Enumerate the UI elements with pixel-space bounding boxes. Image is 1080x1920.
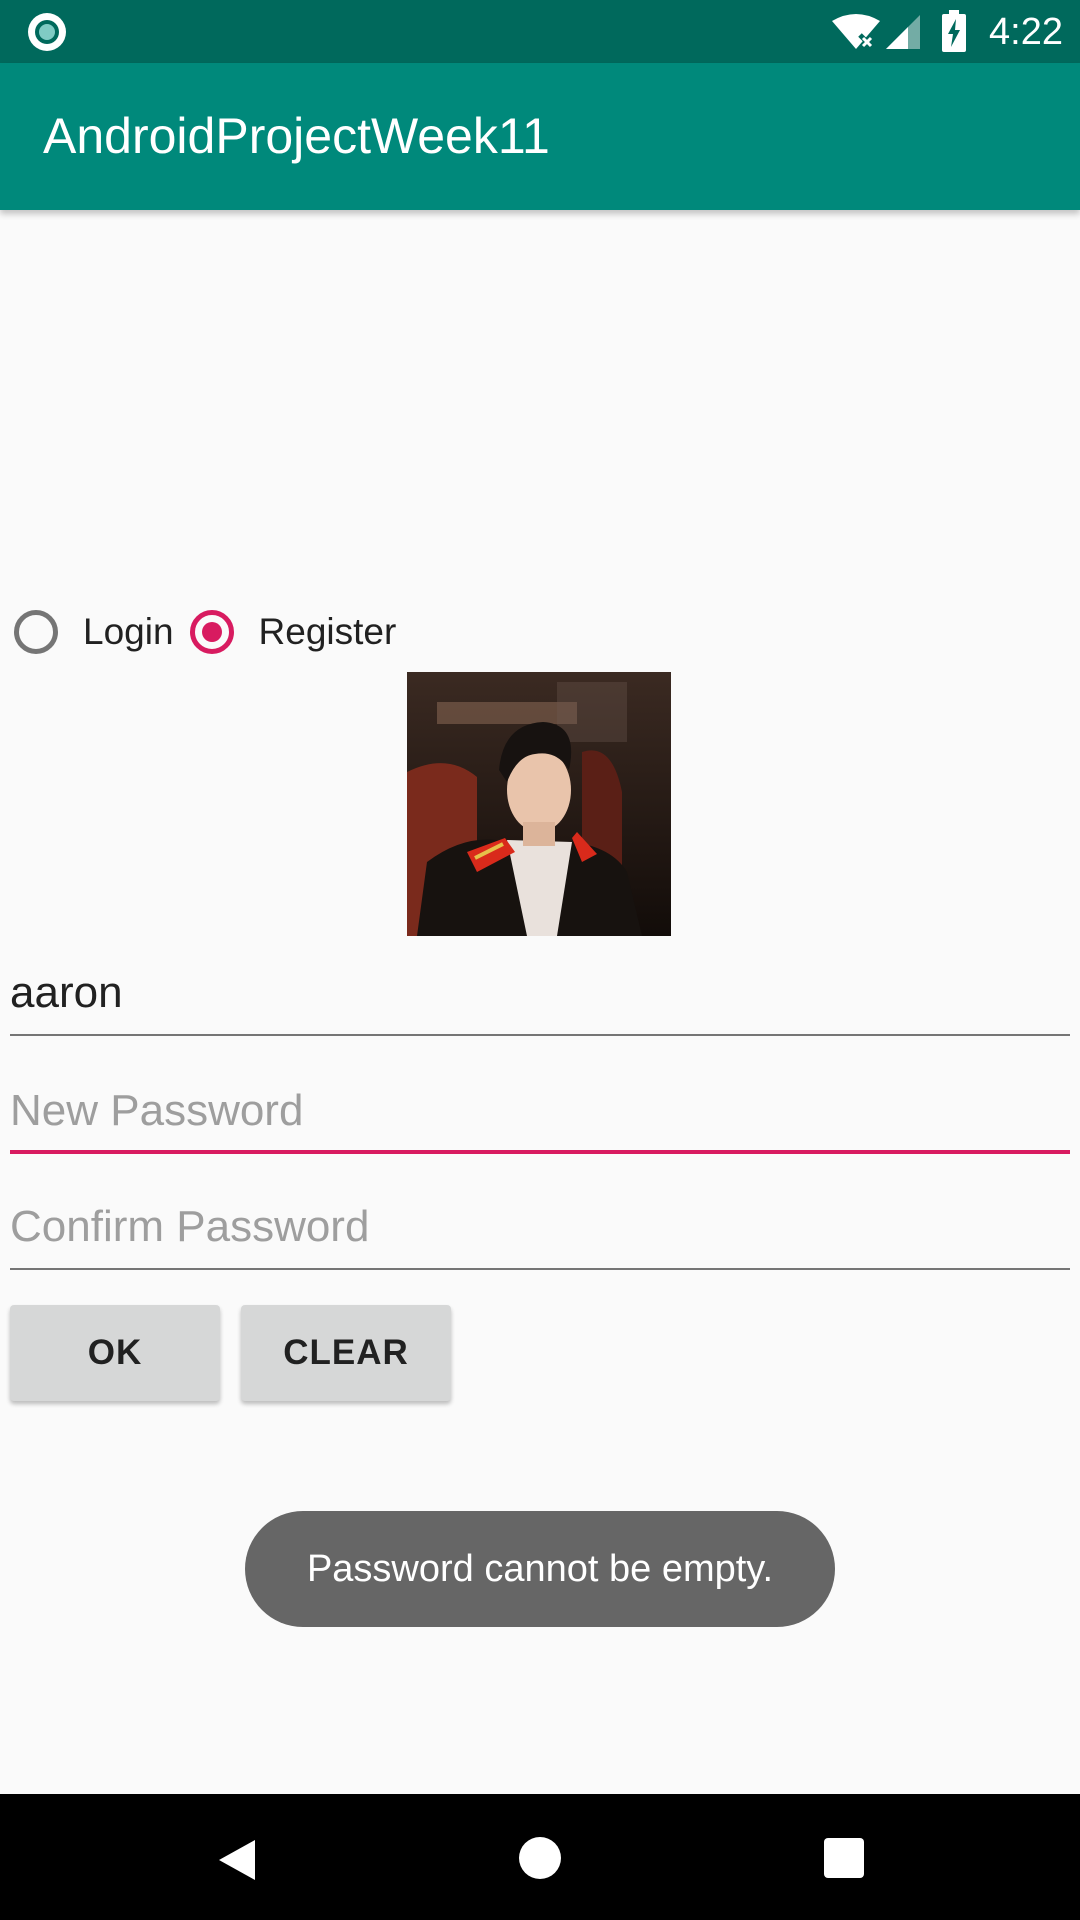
back-icon[interactable] [215, 1838, 257, 1882]
radio-login-label: Login [83, 611, 174, 652]
radio-register-circle[interactable] [189, 610, 234, 654]
ok-button[interactable]: OK [10, 1305, 220, 1401]
new-password-underline [10, 1150, 1070, 1154]
app-notification-icon [28, 13, 66, 51]
new-password-field[interactable] [10, 1074, 1070, 1154]
avatar-photo [407, 672, 671, 936]
avatar [407, 672, 671, 936]
recent-apps-icon[interactable] [824, 1838, 864, 1878]
clear-button[interactable]: CLEAR [241, 1305, 451, 1401]
app-bar: AndroidProjectWeek11 [0, 63, 1080, 210]
radio-login[interactable]: Login [14, 604, 174, 660]
toast-text: Password cannot be empty. [306, 1547, 774, 1590]
battery-charging-icon [942, 10, 966, 52]
new-password-input[interactable] [10, 1074, 1070, 1148]
toast-message: Password cannot be empty. [245, 1511, 835, 1627]
username-input[interactable] [10, 956, 1070, 1030]
confirm-password-input[interactable] [10, 1190, 1070, 1264]
signal-icon [886, 15, 920, 49]
home-icon[interactable] [519, 1837, 561, 1879]
confirm-password-underline [10, 1268, 1070, 1270]
username-field[interactable] [10, 956, 1070, 1036]
navigation-bar [0, 1794, 1080, 1920]
app-title: AndroidProjectWeek11 [43, 108, 550, 164]
radio-register-label: Register [258, 611, 397, 652]
status-bar: 4:22 [0, 0, 1080, 63]
radio-register[interactable]: Register [189, 604, 397, 660]
status-time: 4:22 [989, 11, 1063, 53]
username-underline [10, 1034, 1070, 1036]
wifi-icon [832, 14, 880, 51]
radio-login-circle[interactable] [14, 610, 58, 654]
mode-radio-group: Login Register [14, 604, 396, 660]
confirm-password-field[interactable] [10, 1190, 1070, 1270]
